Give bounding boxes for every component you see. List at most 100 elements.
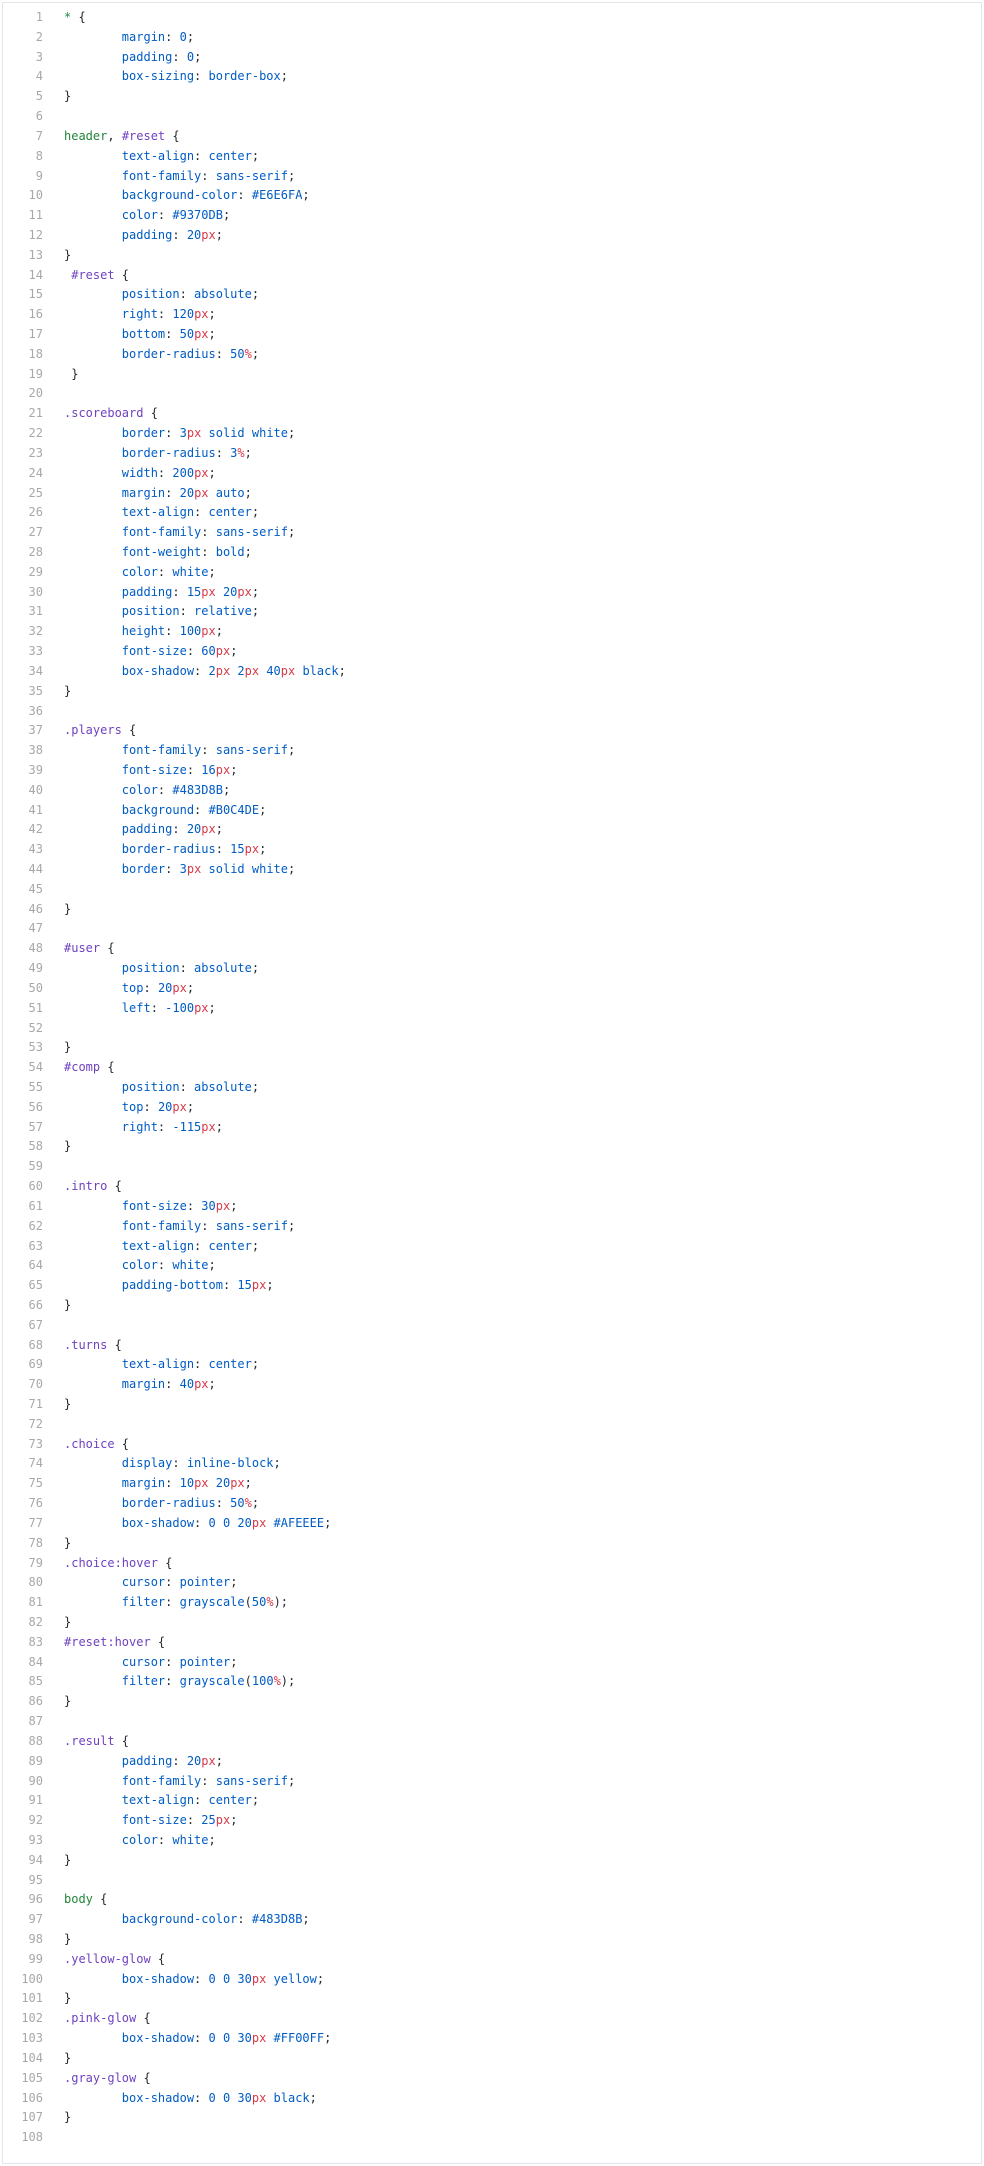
code-line: 81 filter: grayscale(50%); <box>3 1592 981 1612</box>
line-code: filter: grayscale(50%); <box>64 1592 288 1612</box>
code-token: 50 <box>230 1496 245 1511</box>
line-number: 41 <box>28 802 43 817</box>
code-token: px <box>230 1476 245 1491</box>
line-number: 91 <box>28 1793 43 1808</box>
code-token: px <box>244 663 260 678</box>
code-token: px <box>201 1753 216 1768</box>
code-token: ; <box>288 426 296 441</box>
code-line: 87 <box>3 1711 981 1731</box>
code-token: 100 <box>179 624 202 639</box>
line-code: } <box>64 86 71 106</box>
code-token: 200 <box>172 465 195 480</box>
code-line: 93 color: white; <box>3 1830 981 1850</box>
line-code: color: #483D8B; <box>64 780 230 800</box>
code-token: : <box>186 1813 202 1828</box>
code-line: 29 color: white; <box>3 562 981 582</box>
code-line: 99 .yellow-glow { <box>3 1949 981 1969</box>
code-token: border-radius <box>64 346 216 361</box>
code-token: ; <box>251 148 260 163</box>
code-token: ; <box>222 208 231 223</box>
code-token: ; <box>208 1258 216 1273</box>
line-number: 81 <box>28 1595 43 1610</box>
code-token: : <box>157 564 173 579</box>
line-number: 89 <box>28 1753 43 1768</box>
code-token: yellow <box>266 1971 317 1986</box>
code-token: ( <box>244 1595 252 1610</box>
line-number: 39 <box>28 762 43 777</box>
line-number: 60 <box>28 1179 43 1194</box>
code-token: ; <box>273 1456 281 1471</box>
code-token: sans-serif <box>215 1773 288 1788</box>
code-token: } <box>64 366 79 381</box>
code-token: ; <box>316 1971 325 1986</box>
code-token: border <box>64 426 166 441</box>
code-token: px <box>215 1813 231 1828</box>
code-line: 53} <box>3 1037 981 1057</box>
line-code: cursor: pointer; <box>64 1652 238 1672</box>
code-token: : <box>179 961 195 976</box>
code-token: ; <box>186 29 195 44</box>
code-token: text-align <box>64 148 195 163</box>
line-number: 7 <box>35 128 43 143</box>
line-number: 1 <box>35 10 43 24</box>
code-line: 96 body { <box>3 1889 981 1909</box>
code-token: : <box>215 842 231 857</box>
code-token: : <box>165 1476 180 1491</box>
code-line: 16 right: 120px; <box>3 304 981 324</box>
line-code: right: 120px; <box>64 304 216 324</box>
code-line: 12 padding: 20px; <box>3 225 981 245</box>
line-code: } <box>64 1394 71 1414</box>
code-token: border <box>64 862 166 877</box>
code-token: inline-block <box>186 1456 274 1471</box>
code-token: % <box>244 1496 252 1511</box>
line-number: 46 <box>28 901 43 916</box>
code-token: { <box>78 10 86 24</box>
code-token: ; <box>194 49 202 64</box>
line-code: color: white; <box>64 1830 216 1850</box>
code-token: ; <box>266 1278 274 1293</box>
line-code: background-color: #483D8B; <box>64 1909 310 1929</box>
line-code: box-shadow: 0 0 30px black; <box>64 2088 317 2108</box>
line-number: 13 <box>28 247 43 262</box>
code-token: top <box>64 980 144 995</box>
line-code: left: -100px; <box>64 998 216 1018</box>
code-token: { <box>100 1060 115 1075</box>
code-token: ; <box>215 1119 223 1134</box>
code-line: 73 .choice { <box>3 1434 981 1454</box>
code-line: 89 padding: 20px; <box>3 1751 981 1771</box>
line-number: 30 <box>28 584 43 599</box>
code-token: bottom <box>64 327 166 342</box>
code-token: pointer <box>179 1654 231 1669</box>
line-code: } <box>64 899 71 919</box>
code-token: grayscale <box>179 1595 245 1610</box>
code-token: ; <box>251 1496 260 1511</box>
code-token: padding <box>64 822 173 837</box>
code-line: 108 <box>3 2127 981 2147</box>
code-line: 95 <box>3 1870 981 1890</box>
code-token: border-radius <box>64 445 216 460</box>
code-token: box-sizing <box>64 69 195 84</box>
code-token: ; <box>287 168 296 183</box>
code-token: text-align <box>64 1793 195 1808</box>
code-token: : <box>194 1515 209 1530</box>
code-token: sans-serif <box>215 168 288 183</box>
code-token: cursor <box>64 1654 166 1669</box>
code-token: box-shadow <box>64 2031 195 2046</box>
code-line: 40 color: #483D8B; <box>3 780 981 800</box>
code-token: box-shadow <box>64 2090 195 2105</box>
code-token: 20 <box>186 1753 202 1768</box>
code-line: 34 box-shadow: 2px 2px 40px black; <box>3 661 981 681</box>
line-number: 38 <box>28 743 43 758</box>
code-token: #comp <box>64 1060 101 1075</box>
line-code: margin: 10px 20px; <box>64 1473 252 1493</box>
code-token: ; <box>244 545 252 559</box>
code-token: px <box>251 1515 267 1530</box>
code-token: .yellow-glow <box>64 1951 151 1966</box>
line-code: padding: 15px 20px; <box>64 582 259 602</box>
code-token: 25 <box>201 1813 216 1828</box>
code-token: { <box>150 1634 166 1649</box>
code-token: filter <box>64 1674 166 1689</box>
line-code: .intro { <box>64 1176 122 1196</box>
code-token: 50 <box>179 327 195 342</box>
line-code: border: 3px solid white; <box>64 423 295 443</box>
